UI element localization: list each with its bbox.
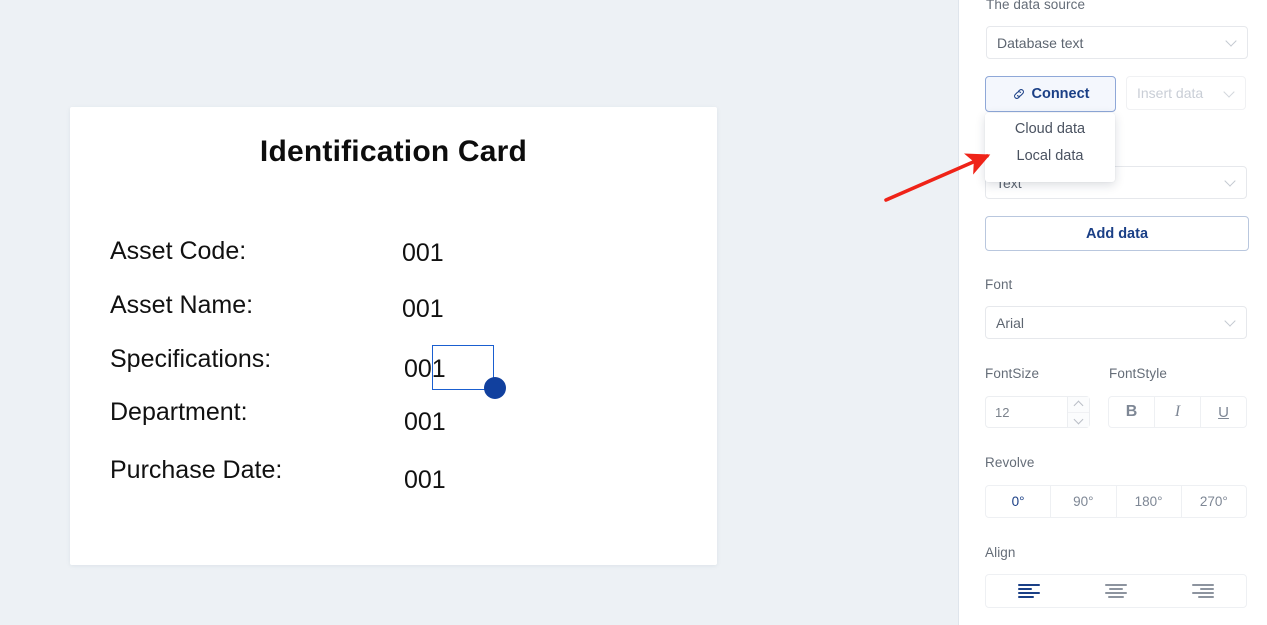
card-field-row[interactable]: Asset Code: 001 xyxy=(110,237,670,291)
card-field-row[interactable]: Specifications: 001 xyxy=(110,345,670,399)
italic-button[interactable]: I xyxy=(1155,397,1201,427)
card-field-row[interactable]: Purchase Date: 001 xyxy=(110,456,670,510)
field-label-specifications: Specifications: xyxy=(110,345,272,373)
revolve-group[interactable]: 0° 90° 180° 270° xyxy=(985,485,1247,518)
align-left-icon xyxy=(1018,583,1041,599)
underline-button[interactable]: U xyxy=(1201,397,1246,427)
font-label: Font xyxy=(985,277,1013,292)
menu-item-cloud-data[interactable]: Cloud data xyxy=(985,116,1115,143)
chevron-down-icon xyxy=(1225,316,1236,329)
selection-resize-handle[interactable] xyxy=(484,377,506,399)
field-label-asset-name: Asset Name: xyxy=(110,291,254,319)
add-data-label: Add data xyxy=(1085,225,1149,242)
field-label-asset-code: Asset Code: xyxy=(110,237,247,265)
align-center-icon xyxy=(1105,583,1127,599)
stepper-up-button[interactable] xyxy=(1068,397,1089,413)
revolve-0-button[interactable]: 0° xyxy=(986,486,1052,517)
field-value-asset-name[interactable]: 001 xyxy=(402,295,444,324)
revolve-270-button[interactable]: 270° xyxy=(1182,486,1246,517)
chevron-down-icon xyxy=(1224,85,1235,101)
field-value-asset-code[interactable]: 001 xyxy=(402,239,444,268)
stepper-down-button[interactable] xyxy=(1068,412,1089,427)
field-label-purchase-date: Purchase Date: xyxy=(110,456,283,484)
align-center-button[interactable] xyxy=(1073,575,1160,607)
font-select-value: Arial xyxy=(996,314,1025,331)
field-label-department: Department: xyxy=(110,398,248,426)
design-canvas[interactable]: Identification Card Asset Code: 001 Asse… xyxy=(0,0,955,625)
field-value-purchase-date[interactable]: 001 xyxy=(404,466,446,495)
stepper-controls[interactable] xyxy=(1067,397,1089,427)
insert-data-label: Insert data xyxy=(1137,85,1204,101)
fontsize-stepper[interactable] xyxy=(985,396,1090,428)
card-field-row[interactable]: Department: 001 xyxy=(110,398,670,452)
data-source-value: Database text xyxy=(997,34,1084,51)
link-icon xyxy=(1012,87,1026,101)
fontsize-input[interactable] xyxy=(986,397,1067,427)
card-title: Identification Card xyxy=(259,135,528,168)
revolve-90-button[interactable]: 90° xyxy=(1051,486,1117,517)
revolve-180-button[interactable]: 180° xyxy=(1117,486,1182,517)
identification-card[interactable]: Identification Card Asset Code: 001 Asse… xyxy=(70,107,717,565)
add-data-button[interactable]: Add data xyxy=(985,216,1249,251)
connect-button[interactable]: Connect xyxy=(985,76,1116,112)
align-label: Align xyxy=(985,545,1016,560)
align-left-button[interactable] xyxy=(986,575,1073,607)
chevron-up-icon xyxy=(1075,400,1083,408)
data-source-label: The data source xyxy=(986,0,1086,12)
font-select[interactable]: Arial xyxy=(985,306,1247,339)
card-field-row[interactable]: Asset Name: 001 xyxy=(110,291,670,345)
data-source-select[interactable]: Database text xyxy=(986,26,1248,59)
menu-item-local-data[interactable]: Local data xyxy=(985,143,1115,170)
align-group[interactable] xyxy=(985,574,1247,608)
align-right-button[interactable] xyxy=(1159,575,1246,607)
chevron-down-icon xyxy=(1075,416,1083,424)
connect-dropdown-menu[interactable]: Cloud data Local data xyxy=(985,113,1115,182)
align-right-icon xyxy=(1191,583,1214,599)
field-value-department[interactable]: 001 xyxy=(404,408,446,437)
revolve-label: Revolve xyxy=(985,455,1035,470)
bold-button[interactable]: B xyxy=(1109,397,1155,427)
chevron-down-icon xyxy=(1226,36,1237,49)
connect-button-label: Connect xyxy=(1031,86,1090,102)
fontsize-label: FontSize xyxy=(985,366,1040,381)
fontstyle-label: FontStyle xyxy=(1109,366,1167,381)
insert-data-button[interactable]: Insert data xyxy=(1126,76,1246,110)
fontstyle-group[interactable]: B I U xyxy=(1108,396,1247,428)
chevron-down-icon xyxy=(1225,176,1236,189)
